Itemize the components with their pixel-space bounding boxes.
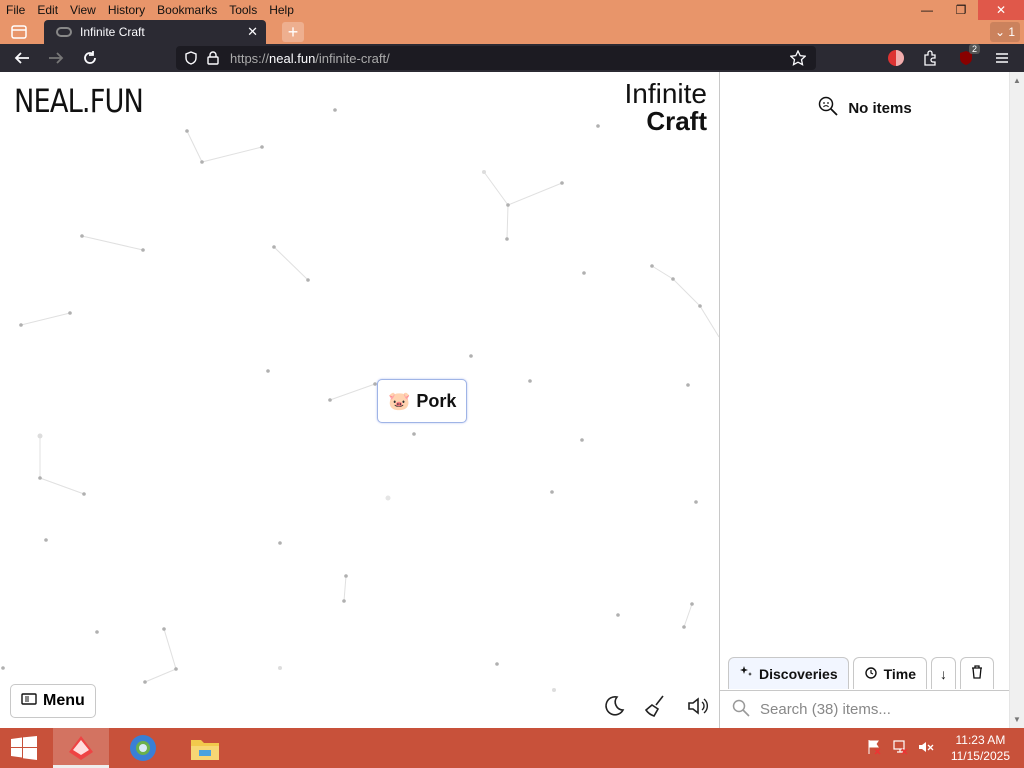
canvas-tools bbox=[600, 692, 712, 720]
menu-bookmarks[interactable]: Bookmarks bbox=[151, 3, 223, 17]
menu-label: Menu bbox=[43, 692, 85, 709]
back-arrow-icon[interactable] bbox=[10, 48, 34, 68]
system-tray bbox=[866, 738, 934, 756]
menu-view[interactable]: View bbox=[64, 3, 102, 17]
taskbar-app-file-explorer[interactable] bbox=[177, 728, 233, 768]
extensions-puzzle-icon[interactable] bbox=[918, 48, 942, 68]
menu-history[interactable]: History bbox=[102, 3, 151, 17]
delete-button[interactable] bbox=[960, 657, 995, 689]
infinite-craft-title: Infinite Craft bbox=[624, 78, 708, 136]
scroll-up-icon[interactable]: ▲ bbox=[1013, 76, 1021, 85]
sidebar-tabs: Discoveries Time ↓ bbox=[728, 657, 995, 689]
menu-tools[interactable]: Tools bbox=[223, 3, 263, 17]
tab-infinite-craft[interactable]: Infinite Craft ✕ bbox=[44, 20, 266, 44]
close-tab-icon[interactable]: ✕ bbox=[247, 24, 258, 40]
url-bar[interactable]: https://neal.fun/infinite-craft/ bbox=[176, 46, 816, 70]
extension-badge: 2 bbox=[968, 44, 980, 54]
tab-bar: Infinite Craft ✕ + ⌄ 1 bbox=[0, 20, 1024, 44]
reload-icon[interactable] bbox=[78, 48, 102, 68]
network-icon[interactable] bbox=[892, 738, 908, 756]
menu-help[interactable]: Help bbox=[263, 3, 300, 17]
volume-muted-icon[interactable] bbox=[918, 738, 934, 756]
time-label: Time bbox=[883, 665, 917, 682]
screen: File Edit View History Bookmarks Tools H… bbox=[0, 0, 1024, 768]
shield-icon[interactable] bbox=[180, 51, 202, 65]
sad-magnifier-icon bbox=[818, 96, 838, 120]
tab-title: Infinite Craft bbox=[80, 25, 145, 39]
forward-arrow-icon[interactable] bbox=[44, 48, 68, 68]
neal-fun-logo[interactable]: NEAL.FUN bbox=[14, 82, 144, 120]
craft-canvas[interactable]: NEAL.FUN Infinite Craft 🐷 Pork Menu bbox=[0, 72, 719, 728]
page-scrollbar[interactable]: ▲ ▼ bbox=[1009, 72, 1024, 728]
ublock-icon[interactable]: 2 bbox=[954, 44, 980, 68]
url-path: /infinite-craft/ bbox=[315, 50, 390, 66]
taskbar-app-browser[interactable] bbox=[115, 728, 171, 768]
menu-file[interactable]: File bbox=[0, 3, 31, 17]
clock-time: 11:23 AM bbox=[955, 733, 1006, 747]
system-clock[interactable]: 11:23 AM 11/15/2025 bbox=[951, 732, 1010, 764]
bookmark-star-icon[interactable] bbox=[789, 49, 807, 69]
search-input[interactable]: Search (38) items... bbox=[760, 701, 891, 718]
sound-speaker-icon[interactable] bbox=[684, 692, 712, 720]
menu-edit[interactable]: Edit bbox=[31, 3, 64, 17]
pig-face-icon: 🐷 bbox=[388, 390, 411, 411]
no-items-text: No items bbox=[848, 99, 912, 117]
window-controls: — ❐ ✕ bbox=[910, 0, 1024, 20]
minimize-icon[interactable]: — bbox=[910, 0, 944, 20]
new-tab-button[interactable]: + bbox=[282, 22, 304, 42]
extension-red-icon[interactable] bbox=[884, 48, 908, 68]
discoveries-label: Discoveries bbox=[759, 665, 838, 682]
sort-direction-button[interactable]: ↓ bbox=[931, 657, 957, 689]
tab-count: 1 bbox=[1008, 25, 1016, 39]
nav-bar: https://neal.fun/infinite-craft/ 2 bbox=[0, 44, 1024, 72]
canvas-item-pork[interactable]: 🐷 Pork bbox=[377, 379, 468, 423]
url-text: https://neal.fun/infinite-craft/ bbox=[230, 51, 390, 66]
scroll-down-icon[interactable]: ▼ bbox=[1013, 715, 1021, 724]
tab-overview-icon[interactable] bbox=[6, 22, 32, 42]
menu-bar: File Edit View History Bookmarks Tools H… bbox=[0, 0, 1024, 20]
url-scheme: https:// bbox=[230, 50, 270, 66]
tab-favicon-icon bbox=[56, 27, 72, 37]
chevron-down-icon: ⌄ bbox=[994, 25, 1006, 39]
hamburger-menu-icon[interactable] bbox=[990, 48, 1014, 68]
list-tabs-button[interactable]: ⌄ 1 bbox=[990, 22, 1020, 42]
empty-state: No items bbox=[720, 96, 1010, 120]
menu-button[interactable]: Menu bbox=[10, 684, 96, 718]
dark-mode-moon-icon[interactable] bbox=[600, 692, 628, 720]
sort-time-tab[interactable]: Time bbox=[852, 657, 928, 689]
restore-icon[interactable]: ❐ bbox=[944, 0, 978, 20]
taskbar-app-firefox-dev[interactable] bbox=[53, 728, 109, 768]
search-bar[interactable]: Search (38) items... bbox=[720, 690, 1010, 728]
close-window-icon[interactable]: ✕ bbox=[978, 0, 1024, 20]
title-line-1: Infinite bbox=[624, 78, 708, 109]
taskbar: 11:23 AM 11/15/2025 bbox=[0, 728, 1024, 768]
action-center-flag-icon[interactable] bbox=[866, 738, 882, 756]
clear-broom-icon[interactable] bbox=[642, 692, 670, 720]
url-host: neal.fun bbox=[269, 50, 316, 66]
clock-date: 11/15/2025 bbox=[950, 749, 1010, 763]
arrow-down-icon: ↓ bbox=[940, 665, 948, 682]
lock-icon[interactable] bbox=[202, 51, 224, 65]
menu-icon bbox=[21, 692, 37, 710]
title-line-2: Craft bbox=[646, 106, 707, 136]
discoveries-tab[interactable]: Discoveries bbox=[728, 657, 849, 689]
alarm-clock-icon bbox=[864, 665, 878, 682]
item-label: Pork bbox=[416, 390, 457, 411]
search-icon bbox=[732, 699, 750, 721]
sparkles-icon bbox=[739, 665, 753, 682]
items-sidebar: No items Discoveries Time ↓ Search (38) … bbox=[719, 72, 1010, 728]
trash-icon bbox=[971, 665, 983, 682]
background-particles bbox=[1, 108, 719, 692]
windows-start-icon[interactable] bbox=[10, 736, 38, 760]
